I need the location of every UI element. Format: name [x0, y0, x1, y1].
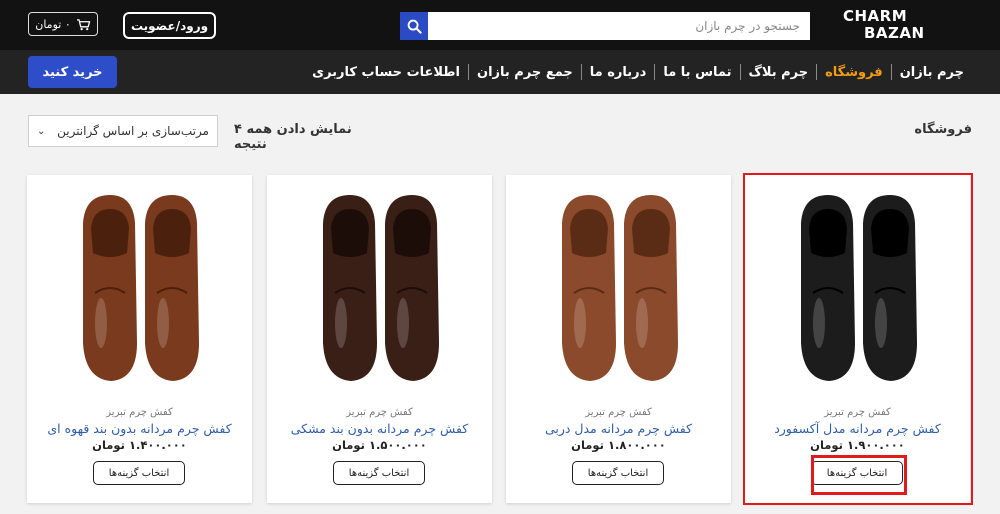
product-card[interactable]: کفش چرم تبریز کفش چرم مردانه مدل دربی ۱.…: [506, 175, 731, 503]
nav-item-4[interactable]: تماس با ما: [655, 65, 739, 80]
sort-label: مرتب‌سازی بر اساس گرانترین: [57, 124, 209, 138]
select-options-button[interactable]: انتخاب گزینه‌ها: [333, 461, 425, 485]
select-options-button[interactable]: انتخاب گزینه‌ها: [93, 461, 185, 485]
product-image[interactable]: [27, 175, 252, 400]
chevron-down-icon: ⌄: [37, 125, 46, 137]
buy-now-button[interactable]: خرید کنید: [28, 56, 117, 88]
product-image[interactable]: [267, 175, 492, 400]
search-bar: [400, 12, 810, 40]
site-logo[interactable]: CHARM BAZAN: [843, 8, 958, 42]
product-price: ۱.۹۰۰.۰۰۰ تومان: [810, 438, 905, 452]
cart-icon: [76, 18, 91, 30]
product-title[interactable]: کفش چرم مردانه بدون بند قهوه ای: [27, 421, 252, 436]
nav-item-6[interactable]: جمع چرم بازان: [469, 65, 581, 80]
shoe-image-3: [322, 194, 439, 381]
product-brand: کفش چرم تبریز: [106, 407, 173, 418]
product-brand: کفش چرم تبریز: [824, 407, 891, 418]
sort-dropdown[interactable]: ⌄ مرتب‌سازی بر اساس گرانترین: [28, 115, 218, 147]
product-price: ۱.۸۰۰.۰۰۰ تومان: [571, 438, 666, 452]
logo-line-2: BAZAN: [864, 24, 925, 42]
top-header: CHARM BAZAN ورود/عضویت ۰ تومان: [0, 0, 1000, 50]
nav-item-2[interactable]: فروشگاه: [817, 65, 891, 80]
search-input[interactable]: [428, 12, 810, 40]
product-brand: کفش چرم تبریز: [585, 407, 652, 418]
product-brand: کفش چرم تبریز: [346, 407, 413, 418]
result-count: نمایش دادن همه ۴ نتیجه: [234, 122, 352, 152]
product-price: ۱.۴۰۰.۰۰۰ تومان: [92, 438, 187, 452]
product-title[interactable]: کفش چرم مردانه مدل دربی: [506, 421, 731, 436]
shoe-image-1: [800, 194, 917, 381]
logo-line-1: CHARM: [843, 7, 908, 25]
login-register-button[interactable]: ورود/عضویت: [123, 12, 216, 39]
shoe-image-2: [561, 194, 678, 381]
product-image[interactable]: [745, 175, 970, 400]
product-card[interactable]: کفش چرم تبریز کفش چرم مردانه بدون بند قه…: [27, 175, 252, 503]
search-button[interactable]: [400, 12, 428, 40]
select-options-button[interactable]: انتخاب گزینه‌ها: [572, 461, 664, 485]
select-options-button[interactable]: انتخاب گزینه‌ها: [811, 461, 903, 485]
nav-item-3[interactable]: چرم بلاگ: [741, 65, 817, 80]
cart-amount: ۰ تومان: [35, 17, 71, 31]
nav-item-7[interactable]: اطلاعات حساب کاربری: [304, 65, 468, 80]
product-title[interactable]: کفش چرم مردانه بدون بند مشکی: [267, 421, 492, 436]
search-icon: [407, 19, 422, 34]
product-card[interactable]: کفش چرم تبریز کفش چرم مردانه مدل آکسفورد…: [745, 175, 970, 503]
page-title: فروشگاه: [914, 122, 972, 137]
nav-menu: چرم بازان فروشگاه چرم بلاگ تماس با ما درباره…: [304, 50, 972, 94]
nav-item-1[interactable]: چرم بازان: [892, 65, 972, 80]
product-image[interactable]: [506, 175, 731, 400]
nav-item-5[interactable]: درباره ما: [582, 65, 655, 80]
product-title[interactable]: کفش چرم مردانه مدل آکسفورد: [745, 421, 970, 436]
cart-button[interactable]: ۰ تومان: [28, 12, 98, 36]
product-card[interactable]: کفش چرم تبریز کفش چرم مردانه بدون بند مش…: [267, 175, 492, 503]
main-navigation: چرم بازان فروشگاه چرم بلاگ تماس با ما درباره…: [0, 50, 1000, 94]
shoe-image-4: [82, 194, 199, 381]
product-price: ۱.۵۰۰.۰۰۰ تومان: [332, 438, 427, 452]
